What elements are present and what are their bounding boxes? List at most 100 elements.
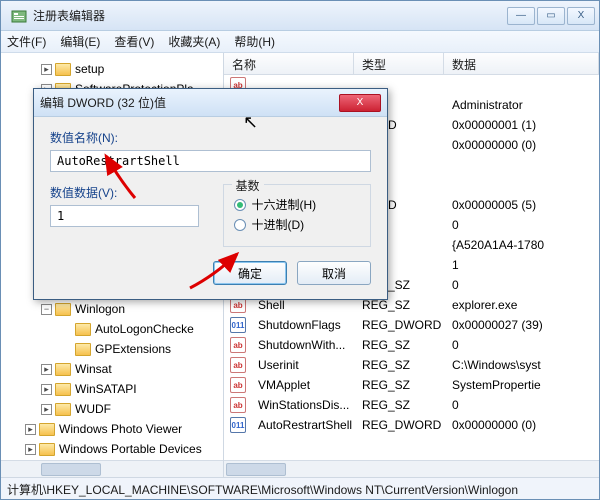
- menu-favorites[interactable]: 收藏夹(A): [168, 33, 220, 50]
- tree-label: Winsat: [75, 362, 112, 376]
- folder-icon: [39, 443, 55, 456]
- cell-data: 0: [444, 278, 599, 292]
- dialog-body: 数值名称(N): 数值数据(V): 基数 十六进制(H) 十进制(D) 确定 取…: [34, 117, 387, 299]
- folder-icon: [55, 403, 71, 416]
- cell-data: 0x00000005 (5): [444, 198, 599, 212]
- tree-node[interactable]: ▸ WinSATAPI: [1, 379, 223, 399]
- radio-hex[interactable]: 十六进制(H): [234, 196, 361, 213]
- expand-icon[interactable]: ▸: [25, 444, 36, 455]
- maximize-button[interactable]: ▭: [537, 7, 565, 25]
- expand-icon[interactable]: −: [41, 304, 52, 315]
- tree-label: Winlogon: [75, 302, 125, 316]
- menu-file[interactable]: 文件(F): [7, 33, 46, 50]
- tree-label: WinSATAPI: [75, 382, 137, 396]
- titlebar[interactable]: 注册表编辑器 — ▭ X: [1, 1, 599, 31]
- radio-icon: [234, 199, 246, 211]
- value-name-label: 数值名称(N):: [50, 129, 371, 146]
- tree-label: GPExtensions: [95, 342, 171, 356]
- cell-type: REG_SZ: [354, 358, 444, 372]
- col-name[interactable]: 名称: [224, 53, 354, 74]
- folder-icon: [55, 63, 71, 76]
- cell-data: 0x00000000 (0): [444, 138, 599, 152]
- cell-data: 0x00000000 (0): [444, 418, 599, 432]
- list-hscroll[interactable]: [224, 460, 599, 477]
- expand-icon[interactable]: ▸: [41, 404, 52, 415]
- cell-type: REG_SZ: [354, 398, 444, 412]
- cell-name: ShutdownFlags: [250, 318, 354, 332]
- cell-name: AutoRestrartShell: [250, 418, 354, 432]
- folder-icon: [75, 323, 91, 336]
- menu-edit[interactable]: 编辑(E): [60, 33, 100, 50]
- cell-data: 0: [444, 218, 599, 232]
- tree-label: WUDF: [75, 402, 111, 416]
- value-name-field[interactable]: [50, 150, 371, 172]
- tree-label: Windows Photo Viewer: [59, 422, 182, 436]
- string-icon: ab: [230, 377, 246, 393]
- binary-icon: 011: [230, 417, 246, 433]
- folder-icon: [55, 363, 71, 376]
- col-type[interactable]: 类型: [354, 53, 444, 74]
- tree-node[interactable]: GPExtensions: [1, 339, 223, 359]
- menu-help[interactable]: 帮助(H): [234, 33, 275, 50]
- tree-node[interactable]: − Winlogon: [1, 299, 223, 319]
- tree-node[interactable]: ▸ setup: [1, 59, 223, 79]
- base-group-label: 基数: [232, 177, 264, 194]
- cell-name: Shell: [250, 298, 354, 312]
- cell-data: {A520A1A4-1780: [444, 238, 599, 252]
- dialog-titlebar[interactable]: 编辑 DWORD (32 位)值 X: [34, 89, 387, 117]
- list-header: 名称 类型 数据: [224, 53, 599, 75]
- list-row[interactable]: abWinStationsDis...REG_SZ0: [224, 395, 599, 415]
- base-group: 基数 十六进制(H) 十进制(D): [223, 184, 372, 247]
- expand-icon[interactable]: ▸: [41, 64, 52, 75]
- radio-icon: [234, 219, 246, 231]
- close-button[interactable]: X: [567, 7, 595, 25]
- minimize-button[interactable]: —: [507, 7, 535, 25]
- tree-label: Windows Portable Devices: [59, 442, 202, 456]
- folder-icon: [39, 423, 55, 436]
- list-row[interactable]: 011 ShutdownFlagsREG_DWORD0x00000027 (39): [224, 315, 599, 335]
- list-row[interactable]: 011 AutoRestrartShellREG_DWORD0x00000000 …: [224, 415, 599, 435]
- cell-type: REG_DWORD: [354, 418, 444, 432]
- expand-icon[interactable]: ▸: [41, 384, 52, 395]
- cell-data: 1: [444, 258, 599, 272]
- string-icon: ab: [230, 397, 246, 413]
- tree-node[interactable]: ▸ Windows Portable Devices: [1, 439, 223, 459]
- cell-data: 0x00000027 (39): [444, 318, 599, 332]
- dialog-buttons: 确定 取消: [50, 261, 371, 285]
- folder-icon: [55, 303, 71, 316]
- value-data-label: 数值数据(V):: [50, 184, 199, 201]
- dialog-close-button[interactable]: X: [339, 94, 381, 112]
- cell-type: REG_DWORD: [354, 318, 444, 332]
- tree-node[interactable]: ▸ Winsat: [1, 359, 223, 379]
- tree-label: setup: [75, 62, 104, 76]
- dialog-title: 编辑 DWORD (32 位)值: [40, 94, 339, 111]
- cell-data: Administrator: [444, 98, 599, 112]
- cell-data: SystemPropertie: [444, 378, 599, 392]
- radio-dec[interactable]: 十进制(D): [234, 216, 361, 233]
- cancel-button[interactable]: 取消: [297, 261, 371, 285]
- tree-node[interactable]: AutoLogonChecke: [1, 319, 223, 339]
- expand-icon[interactable]: ▸: [25, 424, 36, 435]
- menubar: 文件(F) 编辑(E) 查看(V) 收藏夹(A) 帮助(H): [1, 31, 599, 53]
- window-buttons: — ▭ X: [507, 7, 595, 25]
- value-data-field[interactable]: [50, 205, 199, 227]
- tree-hscroll[interactable]: [1, 460, 223, 477]
- cell-name: Userinit: [250, 358, 354, 372]
- expand-icon[interactable]: ▸: [41, 364, 52, 375]
- cell-data: 0x00000001 (1): [444, 118, 599, 132]
- cell-data: 0: [444, 398, 599, 412]
- app-icon: [11, 8, 27, 24]
- col-data[interactable]: 数据: [444, 53, 599, 74]
- ok-button[interactable]: 确定: [213, 261, 287, 285]
- cell-data: explorer.exe: [444, 298, 599, 312]
- list-row[interactable]: ab UserinitREG_SZC:\Windows\syst: [224, 355, 599, 375]
- tree-node[interactable]: ▸ WUDF: [1, 399, 223, 419]
- list-row[interactable]: abVMAppletREG_SZSystemPropertie: [224, 375, 599, 395]
- cell-data: C:\Windows\syst: [444, 358, 599, 372]
- tree-node[interactable]: ▸ Windows Photo Viewer: [1, 419, 223, 439]
- edit-dword-dialog: 编辑 DWORD (32 位)值 X 数值名称(N): 数值数据(V): 基数 …: [33, 88, 388, 300]
- binary-icon: 011: [230, 317, 246, 333]
- list-row[interactable]: abShutdownWith...REG_SZ0: [224, 335, 599, 355]
- string-icon: ab: [230, 357, 246, 373]
- menu-view[interactable]: 查看(V): [114, 33, 154, 50]
